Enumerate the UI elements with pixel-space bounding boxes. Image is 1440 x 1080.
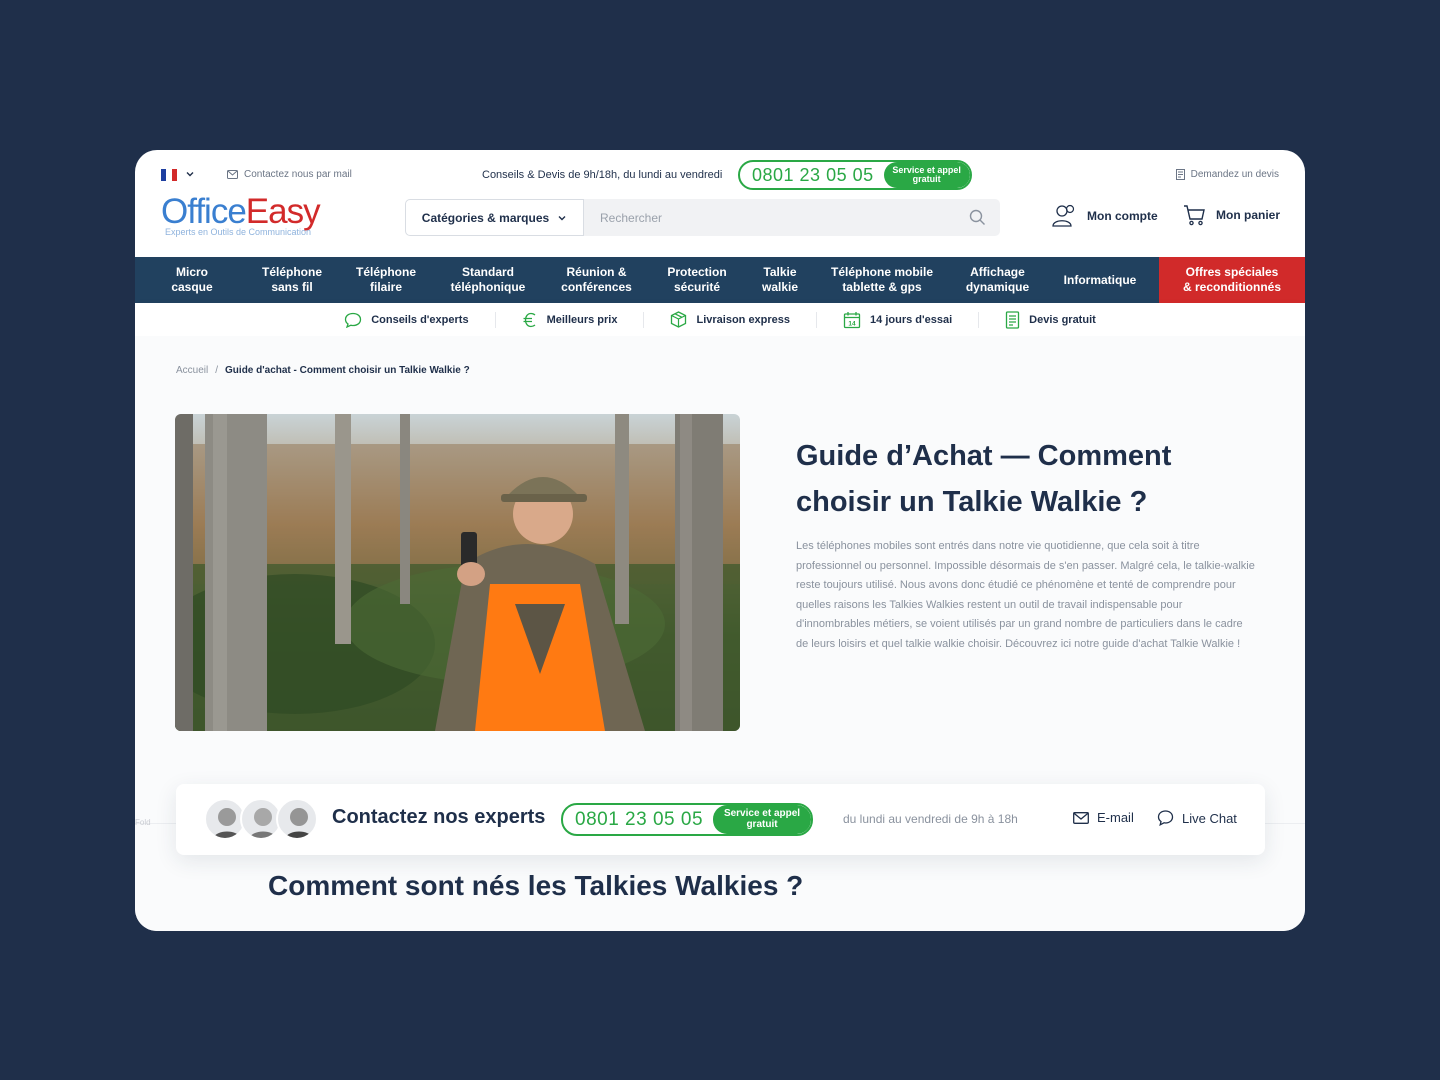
euro-icon: [523, 312, 535, 327]
phone-number: 0801 23 05 05: [752, 164, 874, 185]
account-label: Mon compte: [1087, 208, 1158, 223]
nav-item-protection-securite[interactable]: Protection sécurité: [654, 257, 740, 303]
phone-pill-top[interactable]: 0801 23 05 05 Service et appel gratuit: [738, 160, 972, 190]
categories-dropdown[interactable]: Catégories & marques: [405, 199, 584, 236]
usp-item: 14 14 jours d'essai: [817, 311, 980, 328]
usp-bar: Conseils d'experts Meilleurs prix Livrai…: [135, 303, 1305, 336]
section-heading: Comment sont nés les Talkies Walkies ?: [268, 870, 804, 901]
nav-item-telephone-filaire[interactable]: Téléphone filaire: [335, 257, 437, 303]
cart-icon: [1184, 205, 1205, 226]
search-icon[interactable]: [969, 209, 986, 226]
svg-text:14: 14: [848, 320, 856, 327]
browser-page: Contactez nous par mail Conseils & Devis…: [135, 150, 1305, 931]
article-title: Guide d’Achat — Comment choisir un Talkie…: [796, 440, 1172, 518]
live-chat-button[interactable]: Live Chat: [1157, 810, 1237, 826]
nav-item-reunion-conferences[interactable]: Réunion & conférences: [539, 257, 654, 303]
search-area: Catégories & marques: [405, 199, 1000, 236]
chevron-down-icon: [558, 215, 566, 220]
email-button[interactable]: E-mail: [1073, 810, 1134, 825]
contact-mail-link[interactable]: Contactez nous par mail: [227, 169, 352, 180]
user-icon: [1052, 204, 1075, 227]
avatar: [276, 798, 318, 840]
document-icon: [1006, 310, 1020, 329]
email-label: E-mail: [1097, 810, 1134, 825]
nav-item-standard-telephonique[interactable]: Standard téléphonique: [437, 257, 539, 303]
nav-item-micro-casque[interactable]: Micro casque: [135, 257, 249, 303]
chat-bubble-icon: [345, 312, 362, 328]
expert-avatars: [204, 798, 318, 840]
nav-item-talkie-walkie[interactable]: Talkie walkie: [740, 257, 820, 303]
nav-item-affichage-dynamique[interactable]: Affichage dynamique: [944, 257, 1051, 303]
categories-label: Catégories & marques: [421, 210, 550, 225]
usp-item: Devis gratuit: [979, 310, 1122, 329]
breadcrumb-separator: /: [215, 365, 219, 376]
main-content: Accueil / Guide d'achat - Comment choisi…: [135, 336, 1305, 931]
document-icon: [1175, 169, 1185, 180]
quote-link[interactable]: Demandez un devis: [1175, 169, 1279, 180]
live-chat-label: Live Chat: [1182, 810, 1237, 826]
cart-link[interactable]: Mon panier: [1183, 204, 1280, 226]
search-input[interactable]: [584, 199, 1000, 236]
calendar-icon: 14: [843, 311, 861, 328]
mail-icon: [1073, 811, 1089, 824]
logo[interactable]: OfficeEasy Experts en Outils de Communic…: [161, 194, 361, 242]
logo-wordmark: OfficeEasy: [161, 192, 321, 231]
box-icon: [671, 311, 687, 328]
chat-bubble-icon: [1157, 810, 1174, 826]
breadcrumb-home[interactable]: Accueil: [176, 365, 208, 376]
breadcrumb-current: Guide d'achat - Comment choisir un Talki…: [225, 365, 470, 376]
account-link[interactable]: Mon compte: [1052, 204, 1158, 227]
free-call-badge: Service et appel gratuit: [883, 162, 970, 188]
flag-fr-icon[interactable]: [161, 169, 177, 181]
usp-item: Livraison express: [644, 311, 818, 328]
usp-item: Conseils d'experts: [318, 311, 496, 328]
opening-hours: Conseils & Devis de 9h/18h, du lundi au …: [482, 169, 723, 181]
nav-item-telephone-sans-fil[interactable]: Téléphone sans fil: [249, 257, 335, 303]
nav-item-offres-speciales[interactable]: Offres spéciales & reconditionnés: [1159, 257, 1305, 303]
free-call-badge: Service et appel gratuit: [713, 805, 812, 834]
chevron-down-icon[interactable]: [185, 169, 195, 179]
quote-link-label: Demandez un devis: [1190, 169, 1279, 180]
phone-pill-experts[interactable]: 0801 23 05 05 Service et appel gratuit: [561, 803, 814, 836]
experts-title: Contactez nos experts: [332, 806, 546, 828]
phone-number: 0801 23 05 05: [575, 808, 704, 830]
logo-tagline: Experts en Outils de Communication: [165, 227, 312, 237]
fold-label: Fold: [135, 818, 151, 827]
experts-hours: du lundi au vendredi de 9h à 18h: [843, 812, 1018, 826]
hero-image-hunter-with-walkie-talkie: [175, 414, 740, 731]
top-bar: Contactez nous par mail Conseils & Devis…: [135, 150, 1305, 198]
main-nav: Micro casque Téléphone sans fil Téléphone f…: [135, 257, 1305, 303]
article-intro: Les téléphones mobiles sont entrés dans …: [796, 540, 1255, 650]
breadcrumb: Accueil / Guide d'achat - Comment choisi…: [176, 365, 470, 376]
cart-label: Mon panier: [1216, 208, 1281, 222]
mail-icon: [227, 170, 238, 179]
contact-experts-bar: Contactez nos experts 0801 23 05 05 Serv…: [176, 784, 1265, 855]
nav-item-informatique[interactable]: Informatique: [1051, 257, 1149, 303]
contact-mail-label: Contactez nous par mail: [244, 169, 352, 180]
nav-item-telephone-mobile[interactable]: Téléphone mobile tablette & gps: [820, 257, 944, 303]
usp-item: Meilleurs prix: [496, 311, 645, 328]
